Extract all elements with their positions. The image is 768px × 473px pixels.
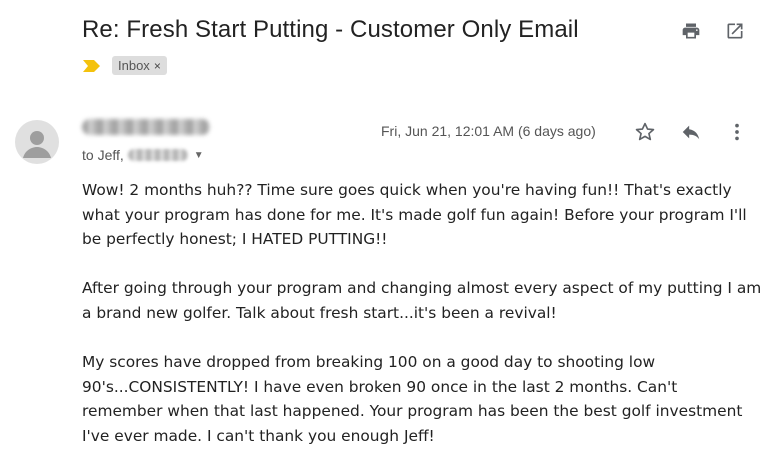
inbox-label-chip: Inbox × xyxy=(112,56,167,75)
sender-name-redacted xyxy=(82,119,210,135)
open-in-new-window-icon[interactable] xyxy=(724,20,746,42)
more-vertical-icon[interactable] xyxy=(724,119,750,145)
header-actions xyxy=(680,20,746,42)
message-body: Wow! 2 months huh?? Time sure goes quick… xyxy=(82,178,762,473)
body-paragraph: Wow! 2 months huh?? Time sure goes quick… xyxy=(82,181,747,249)
remove-label-button[interactable]: × xyxy=(154,59,161,73)
recipient-redacted xyxy=(127,149,188,161)
importance-marker-icon[interactable] xyxy=(82,59,102,73)
message-actions xyxy=(632,119,750,145)
sender-avatar xyxy=(15,120,59,164)
person-icon xyxy=(23,131,51,158)
print-icon[interactable] xyxy=(680,20,702,42)
body-paragraph: My scores have dropped from breaking 100… xyxy=(82,353,743,445)
star-icon[interactable] xyxy=(632,119,658,145)
chevron-down-icon[interactable]: ▼ xyxy=(194,150,204,161)
email-subject: Re: Fresh Start Putting - Customer Only … xyxy=(82,16,579,43)
reply-icon[interactable] xyxy=(678,119,704,145)
recipients-line: to Jeff, ▼ xyxy=(82,147,204,163)
body-paragraph: After going through your program and cha… xyxy=(82,279,762,322)
inbox-label-text: Inbox xyxy=(118,58,150,73)
label-row: Inbox × xyxy=(82,56,167,75)
message-timestamp: Fri, Jun 21, 12:01 AM (6 days ago) xyxy=(381,123,596,139)
to-prefix: to Jeff, xyxy=(82,147,124,163)
